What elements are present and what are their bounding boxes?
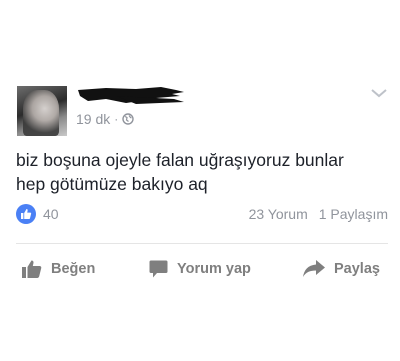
share-count[interactable]: 1 Paylaşım bbox=[319, 206, 388, 222]
meta-separator: · bbox=[114, 112, 119, 126]
avatar[interactable] bbox=[17, 86, 67, 136]
thumbs-up-icon bbox=[22, 260, 42, 278]
comment-button[interactable]: Yorum yap bbox=[149, 260, 251, 278]
globe-icon[interactable] bbox=[122, 113, 134, 125]
comment-count[interactable]: 23 Yorum bbox=[249, 206, 308, 222]
avatar-photo bbox=[23, 90, 59, 136]
speech-bubble-icon bbox=[149, 260, 168, 278]
thumbs-up-icon[interactable] bbox=[16, 204, 36, 224]
share-button[interactable]: Paylaş bbox=[303, 260, 380, 277]
chevron-down-icon[interactable] bbox=[370, 86, 388, 100]
like-label: Beğen bbox=[51, 261, 96, 277]
divider bbox=[16, 243, 388, 244]
like-button[interactable]: Beğen bbox=[22, 260, 95, 278]
post-meta: 19 dk · bbox=[76, 111, 134, 127]
share-label: Paylaş bbox=[334, 260, 380, 277]
timestamp[interactable]: 19 dk bbox=[76, 111, 110, 127]
post-text: biz boşuna ojeyle falan uğraşıyoruz bunl… bbox=[16, 148, 386, 196]
comment-label: Yorum yap bbox=[177, 261, 251, 277]
facebook-post: 19 dk · biz boşuna ojeyle falan uğraşıyo… bbox=[0, 72, 400, 292]
post-text-line-2: hep götümüze bakıyo aq bbox=[16, 174, 208, 194]
share-arrow-icon bbox=[303, 260, 325, 277]
like-count[interactable]: 40 bbox=[43, 206, 59, 222]
screenshot: 19 dk · biz boşuna ojeyle falan uğraşıyo… bbox=[0, 0, 400, 361]
reactions-row: 40 23 Yorum 1 Paylaşım bbox=[16, 202, 388, 226]
engagement-counts: 23 Yorum 1 Paylaşım bbox=[249, 206, 388, 222]
action-bar: Beğen Yorum yap Paylaş bbox=[0, 260, 400, 284]
post-text-line-1: biz boşuna ojeyle falan uğraşıyoruz bunl… bbox=[16, 150, 344, 170]
author-name-redacted[interactable] bbox=[76, 86, 186, 106]
